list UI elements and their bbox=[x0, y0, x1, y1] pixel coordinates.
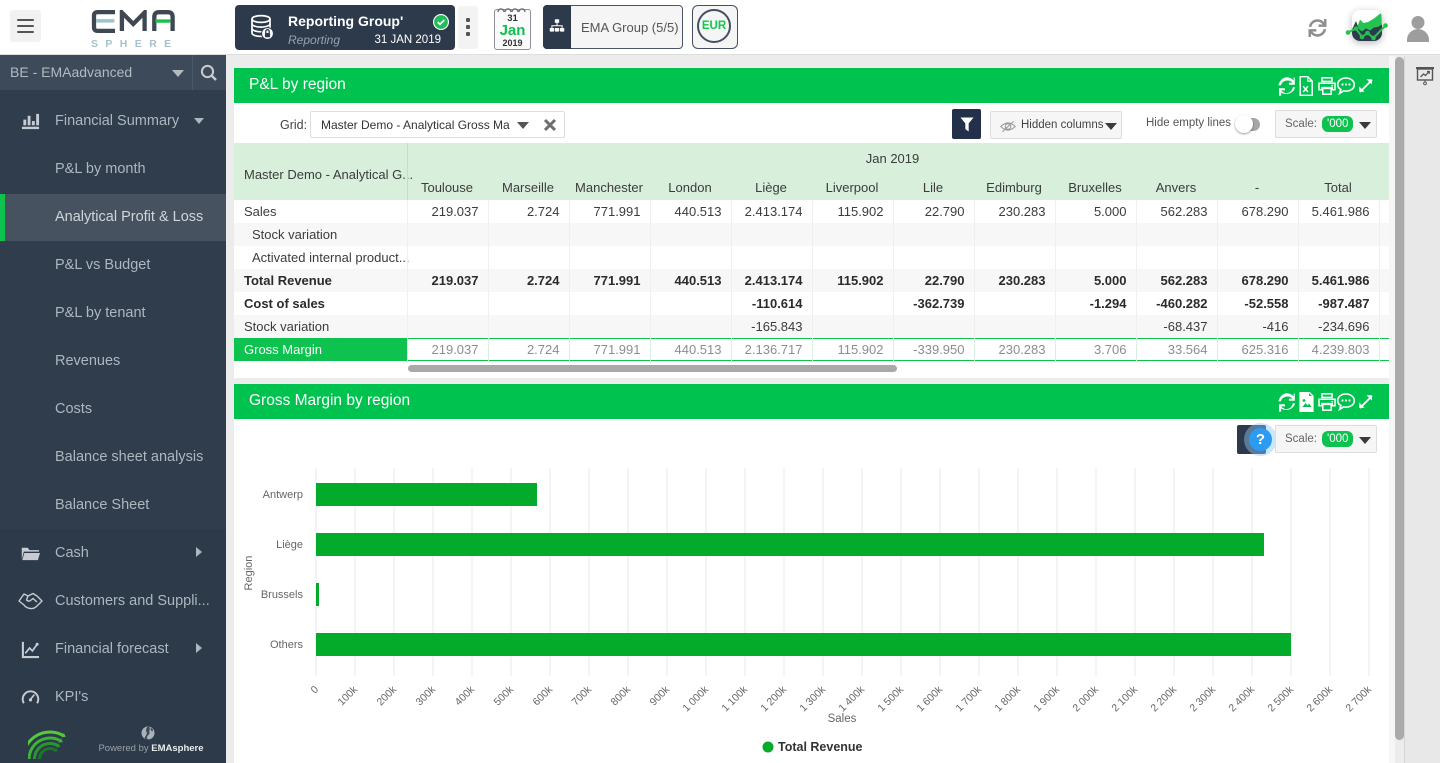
svg-text:2 600k: 2 600k bbox=[1304, 683, 1335, 714]
svg-text:1 700k: 1 700k bbox=[953, 683, 984, 714]
svg-text:Antwerp: Antwerp bbox=[263, 489, 303, 501]
svg-text:2 500k: 2 500k bbox=[1265, 683, 1296, 714]
svg-text:Others: Others bbox=[270, 639, 304, 651]
svg-text:400k: 400k bbox=[453, 683, 478, 708]
svg-text:1 300k: 1 300k bbox=[797, 683, 828, 714]
svg-text:SPHERE: SPHERE bbox=[91, 38, 178, 50]
svg-text:300k: 300k bbox=[414, 683, 439, 708]
svg-text:2 400k: 2 400k bbox=[1226, 683, 1257, 714]
svg-text:1 500k: 1 500k bbox=[875, 683, 906, 714]
svg-text:2 000k: 2 000k bbox=[1070, 683, 1101, 714]
svg-text:Total Revenue: Total Revenue bbox=[778, 740, 863, 754]
svg-text:100k: 100k bbox=[336, 683, 361, 708]
svg-text:800k: 800k bbox=[609, 683, 634, 708]
svg-text:Sales: Sales bbox=[828, 713, 857, 725]
svg-text:Brussels: Brussels bbox=[261, 589, 304, 601]
svg-text:0: 0 bbox=[309, 684, 322, 697]
svg-text:Liège: Liège bbox=[276, 539, 303, 551]
svg-text:500k: 500k bbox=[492, 683, 517, 708]
svg-text:2 300k: 2 300k bbox=[1187, 683, 1218, 714]
svg-text:1 200k: 1 200k bbox=[758, 683, 789, 714]
svg-text:1 000k: 1 000k bbox=[680, 683, 711, 714]
svg-text:600k: 600k bbox=[531, 683, 556, 708]
svg-text:2 700k: 2 700k bbox=[1343, 683, 1374, 714]
svg-text:900k: 900k bbox=[648, 683, 673, 708]
svg-text:Region: Region bbox=[243, 556, 255, 591]
svg-text:1 900k: 1 900k bbox=[1031, 683, 1062, 714]
svg-text:1 100k: 1 100k bbox=[719, 683, 750, 714]
svg-text:1 800k: 1 800k bbox=[992, 683, 1023, 714]
svg-text:1 400k: 1 400k bbox=[836, 683, 867, 714]
svg-text:2 200k: 2 200k bbox=[1148, 683, 1179, 714]
svg-text:200k: 200k bbox=[375, 683, 400, 708]
svg-text:1 600k: 1 600k bbox=[914, 683, 945, 714]
svg-text:2 100k: 2 100k bbox=[1109, 683, 1140, 714]
svg-text:700k: 700k bbox=[570, 683, 595, 708]
